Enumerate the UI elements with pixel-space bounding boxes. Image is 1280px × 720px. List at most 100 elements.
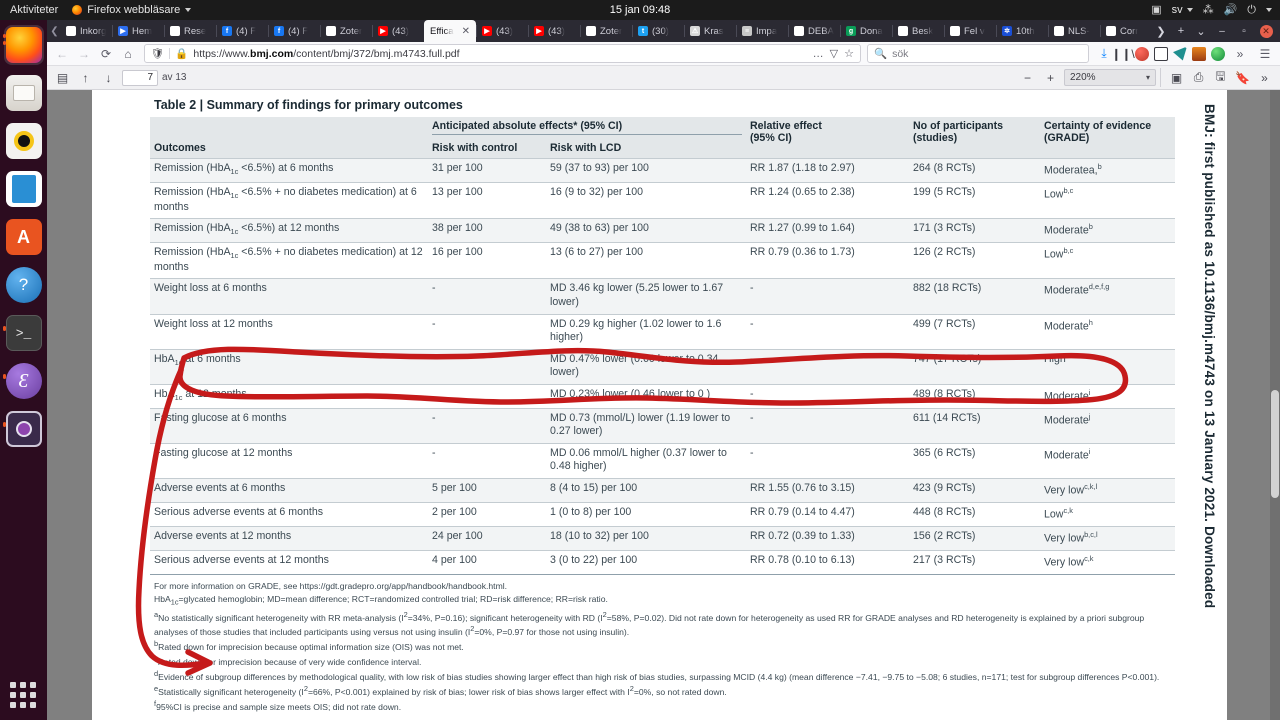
power-icon[interactable]: ⏻ (1247, 4, 1256, 16)
facebook-icon: f (274, 26, 284, 36)
print-icon[interactable]: ⎙ (1189, 68, 1208, 87)
vertical-scrollbar[interactable] (1270, 90, 1280, 720)
previous-page-button[interactable]: ↑ (76, 68, 95, 87)
cell-risk-control: 31 per 100 (428, 157, 546, 183)
table-row: Remission (HbA1c <6.5% + no diabetes med… (150, 242, 1176, 279)
home-button[interactable]: ⌂ (118, 44, 138, 63)
window-maximize-button[interactable]: ▫ (1234, 22, 1254, 40)
tab-facebook-2[interactable]: f (4) F (268, 20, 320, 42)
cell-certainty: Very lowb,c,l (1040, 526, 1176, 551)
window-minimize-button[interactable]: – (1212, 22, 1232, 40)
tab-youtube-1[interactable]: ▶ (43) (372, 20, 424, 42)
extension-red-icon[interactable] (1135, 46, 1149, 61)
cell-participants: 365 (6 RCTs) (909, 442, 1041, 479)
dock-item-files[interactable] (4, 73, 44, 113)
tab-corr[interactable]: G Corr (1100, 20, 1152, 42)
save-icon[interactable]: 🖫 (1211, 68, 1230, 87)
extension-green-icon[interactable] (1211, 46, 1225, 61)
lock-icon[interactable]: 🔒 (175, 47, 188, 60)
search-bar[interactable]: 🔍 sök (867, 44, 1089, 63)
tab-youtube-2[interactable]: ▶ (43) (476, 20, 528, 42)
tab-twitter[interactable]: t (30) (632, 20, 684, 42)
page-actions-button[interactable]: … (813, 48, 824, 60)
tab-nls[interactable]: G NLS- (1048, 20, 1100, 42)
reload-button[interactable]: ⟳ (96, 44, 116, 63)
tab-felv[interactable]: ⚠ Fel v (944, 20, 996, 42)
tab-menu-button[interactable]: ⌄ (1192, 22, 1210, 40)
show-applications-button[interactable] (6, 678, 40, 712)
activities-button[interactable]: Aktiviteter (10, 4, 58, 16)
dock-item-emacs[interactable]: Ɛ (2, 361, 44, 401)
window-close-button[interactable]: ✕ (1256, 22, 1276, 40)
tab-label: Effica (430, 25, 454, 37)
scrollbar-thumb[interactable] (1271, 390, 1279, 498)
extension-tiger-icon[interactable] (1192, 46, 1206, 61)
pdf-tools-button[interactable]: » (1255, 68, 1274, 87)
zoom-level-select[interactable]: 220% ▾ (1064, 69, 1156, 86)
back-button[interactable]: ← (52, 44, 72, 63)
page-number-input[interactable]: 7 (122, 69, 158, 86)
dock-item-software[interactable]: A (4, 217, 44, 257)
tab-youtube-3[interactable]: ▶ (43) (528, 20, 580, 42)
dock-item-rhythmbox[interactable] (4, 121, 44, 161)
firefox-app-menu-button[interactable]: ☰ (1255, 44, 1275, 63)
besk-icon: ◪ (898, 26, 908, 36)
tab-label: (43) (548, 25, 565, 37)
presentation-mode-icon[interactable]: ▣ (1167, 68, 1186, 87)
language-indicator[interactable]: sv (1172, 4, 1193, 16)
table-row: Remission (HbA1c <6.5%) at 12 months 38 p… (150, 218, 1176, 243)
bookmark-star-icon[interactable]: ☆ (844, 47, 854, 60)
screencast-icon[interactable]: ▣ (1151, 4, 1161, 16)
pdf-viewer[interactable]: Table 2 | Summary of findings for primar… (47, 90, 1280, 720)
clock[interactable]: 15 jan 09:48 (0, 4, 1280, 16)
zoom-out-button[interactable]: − (1018, 68, 1037, 87)
writer-icon (5, 171, 42, 207)
volume-icon[interactable]: 🔊 (1224, 4, 1238, 16)
container-icon[interactable] (1154, 46, 1168, 61)
dock-item-help[interactable]: ? (4, 265, 44, 305)
url-bar[interactable]: 🛡 🔒 https://www.bmj.com/content/bmj/372/… (144, 44, 861, 63)
close-icon[interactable]: ✕ (462, 26, 470, 37)
tab-facebook-1[interactable]: f (4) F (216, 20, 268, 42)
tab-zotero-2[interactable]: θ Zoter (580, 20, 632, 42)
cell-certainty: Lowc,k (1040, 502, 1176, 527)
tab-hem[interactable]: ▶ Hem (112, 20, 164, 42)
list-all-tabs-button[interactable]: ❯ (1152, 22, 1170, 40)
cell-relative-effect: RR 0.72 (0.39 to 1.33) (746, 526, 910, 551)
tab-label: Kras (704, 25, 724, 37)
tab-besk[interactable]: ◪ Besk (892, 20, 944, 42)
dock-item-writer[interactable] (4, 169, 44, 209)
dock-item-video[interactable] (2, 409, 44, 449)
download-icon[interactable]: ⤓ (1097, 46, 1111, 61)
dock-item-terminal[interactable]: >_ (2, 313, 44, 353)
tab-efficacy-selected[interactable]: Effica ✕ (424, 20, 476, 42)
new-tab-button[interactable]: + (1172, 22, 1190, 40)
tab-rese[interactable]: Ⓡ Rese (164, 20, 216, 42)
tab-zotero-1[interactable]: θ Zoter (320, 20, 372, 42)
library-icon[interactable]: ❙❙\ (1111, 47, 1134, 61)
tab-donate[interactable]: g Dona (840, 20, 892, 42)
cell-outcome: Weight loss at 12 months (150, 313, 428, 350)
tab-debatt[interactable]: ◪ DEBA (788, 20, 840, 42)
cell-participants: 217 (3 RCTs) (909, 550, 1041, 575)
forward-button[interactable]: → (74, 44, 94, 63)
network-icon[interactable]: ⁂ (1203, 4, 1214, 16)
scroll-tabs-left-button[interactable]: ❮ (49, 20, 60, 42)
footnote: cRated down for imprecision because of v… (154, 653, 422, 667)
overflow-menu-button[interactable]: » (1230, 44, 1250, 63)
bookmark-icon[interactable]: 🔖 (1233, 68, 1252, 87)
zoom-in-button[interactable]: + (1041, 68, 1060, 87)
tab-kras[interactable]: ⚠ Kras (684, 20, 736, 42)
tab-inkorg[interactable]: M Inkorg (60, 20, 112, 42)
sidebar-toggle-icon[interactable]: ▤ (53, 68, 72, 87)
tab-impa[interactable]: ≡ Impa (736, 20, 788, 42)
dock-item-firefox[interactable] (2, 25, 44, 65)
next-page-button[interactable]: ↓ (99, 68, 118, 87)
cell-risk-control (428, 383, 546, 409)
tab-10th[interactable]: ✲ 10th (996, 20, 1048, 42)
app-menu-button[interactable]: Firefox webbläsare (72, 4, 192, 16)
extension-teal-icon[interactable] (1173, 46, 1187, 61)
shield-icon[interactable]: 🛡 (151, 47, 164, 60)
reader-icon[interactable]: ▽ (830, 47, 838, 60)
chevron-down-icon[interactable] (1266, 8, 1272, 12)
